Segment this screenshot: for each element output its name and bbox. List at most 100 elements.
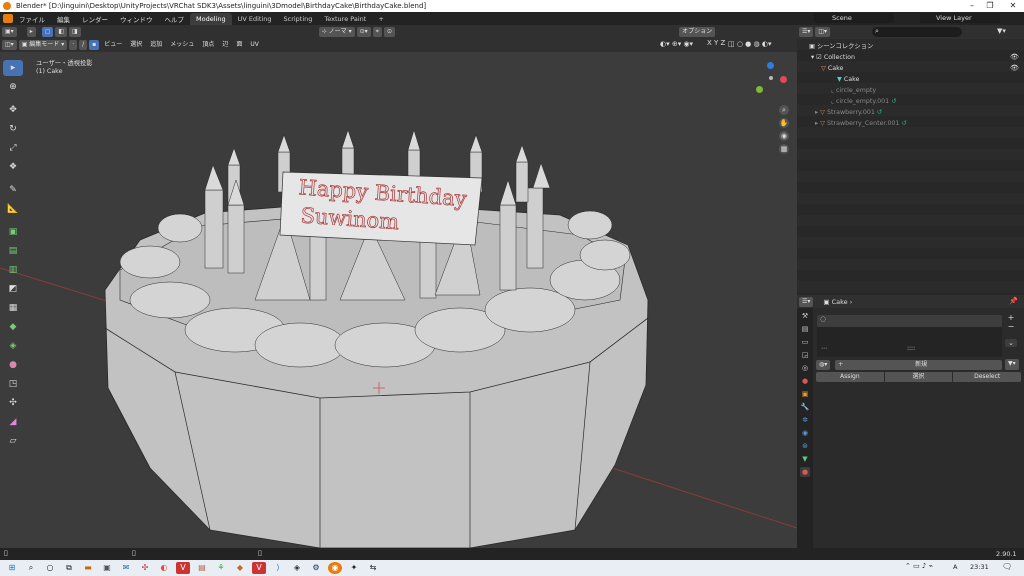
modifier-tab-icon[interactable]: 🔧 [800, 402, 810, 412]
measure-tool-icon[interactable]: 📐 [3, 201, 23, 217]
search-icon[interactable]: ⌕ [24, 562, 38, 574]
app-icon-1[interactable]: ✣ [138, 562, 152, 574]
cake-object-row[interactable]: ▽ Cake 👁 [821, 63, 1024, 74]
app-icon-8[interactable]: ⇆ [366, 562, 380, 574]
add-slot-button[interactable]: + [1005, 313, 1017, 322]
mirror-x-toggle[interactable]: X [707, 39, 712, 47]
camera-view-icon[interactable]: ◉ [779, 131, 789, 141]
add-cube-tool-icon[interactable]: ▣ [3, 224, 23, 240]
app-icon-6[interactable]: V [252, 562, 266, 574]
select-button[interactable]: 選択 [884, 372, 953, 382]
view-layer-tab-icon[interactable]: ◲ [800, 350, 810, 360]
select-tool-icon[interactable]: ▸ [26, 26, 36, 37]
3d-viewport[interactable]: Happy Birthday Suwinom ユーザー・透視投影 (1) Cak… [0, 52, 797, 548]
constraints-tab-icon[interactable]: ⊛ [800, 441, 810, 451]
strawberry-row[interactable]: ▸ ▽ Strawberry.001 ↺ [815, 107, 1024, 118]
menu-add[interactable]: 追加 [147, 40, 165, 50]
menu-select[interactable]: 選択 [127, 40, 145, 50]
menu-view[interactable]: ビュー [101, 40, 125, 50]
menu-help[interactable]: ヘルプ [159, 14, 191, 24]
mirror-y-toggle[interactable]: Y [714, 39, 718, 47]
loop-cut-tool-icon[interactable]: ▦ [3, 300, 23, 316]
inset-tool-icon[interactable]: ▥ [3, 262, 23, 278]
vscode-icon[interactable]: ⟩ [271, 562, 285, 574]
shading-buttons[interactable]: ◫ ○ ● ◍ ◐▾ [728, 40, 771, 48]
view-layer-selector[interactable]: View Layer [920, 13, 1000, 23]
smooth-tool-icon[interactable]: ◳ [3, 376, 23, 392]
properties-editor-type-button[interactable]: ☰▾ [799, 296, 814, 307]
menu-edit[interactable]: 編集 [51, 14, 76, 24]
y-axis-icon[interactable] [756, 86, 763, 93]
pivot-point-dropdown[interactable]: ⊙▾ [356, 26, 371, 37]
rotate-tool-icon[interactable]: ↻ [3, 121, 23, 137]
navigation-gizmo[interactable] [752, 62, 792, 102]
data-tab-icon[interactable]: ▼ [800, 454, 810, 464]
render-tab-icon[interactable]: ▤ [800, 324, 810, 334]
tab-texture-paint[interactable]: Texture Paint [318, 13, 372, 25]
blender-taskbar-icon[interactable]: ◉ [328, 562, 342, 574]
menu-uv[interactable]: UV [247, 40, 262, 50]
vivaldi-icon[interactable]: V [176, 562, 190, 574]
z-axis-icon[interactable] [767, 62, 774, 69]
zoom-icon[interactable]: ⌕ [779, 105, 789, 115]
tool-tab-icon[interactable]: ⚒ [800, 311, 810, 321]
output-tab-icon[interactable]: ▭ [800, 337, 810, 347]
filter-icon[interactable]: ▼▾ [997, 27, 1006, 35]
edge-slide-tool-icon[interactable]: ✣ [3, 395, 23, 411]
system-tray-icons[interactable]: ⌃ ▭ ♪ ⌁ [905, 562, 933, 570]
material-filter-button[interactable]: ▼▾ [1005, 359, 1019, 370]
particles-tab-icon[interactable]: ✲ [800, 415, 810, 425]
select-box-icon[interactable]: ▢ [41, 26, 54, 37]
select-box-tool-icon[interactable]: ▸ [3, 60, 23, 76]
knife-tool-icon[interactable]: ◆ [3, 319, 23, 335]
transform-tool-icon[interactable]: ❖ [3, 159, 23, 175]
store-icon[interactable]: ▣ [100, 562, 114, 574]
menu-window[interactable]: ウィンドウ [114, 14, 159, 24]
x-axis-icon[interactable] [780, 76, 787, 83]
slot-menu-dots[interactable]: ⋯ [821, 345, 827, 352]
clock[interactable]: 23:31 [970, 563, 989, 571]
pin-icon[interactable]: 📌 [1009, 297, 1018, 305]
world-tab-icon[interactable]: ● [800, 376, 810, 386]
edge-select-icon[interactable]: / [79, 40, 88, 50]
face-select-icon[interactable]: ▪ [89, 40, 100, 50]
input-language[interactable]: A [953, 563, 957, 571]
material-slot-list[interactable]: ◌ [817, 315, 1002, 327]
task-view-icon[interactable]: ⧉ [62, 562, 76, 574]
options-dropdown[interactable]: オプション [679, 26, 716, 37]
tab-scripting[interactable]: Scripting [278, 13, 319, 25]
app-icon-2[interactable]: ◐ [157, 562, 171, 574]
strawberry-center-row[interactable]: ▸ ▽ Strawberry_Center.001 ↺ [815, 118, 1024, 129]
scene-tab-icon[interactable]: ◎ [800, 363, 810, 373]
menu-render[interactable]: レンダー [76, 14, 114, 24]
select-subtract-icon[interactable]: ◨ [69, 26, 81, 37]
editor-type-button[interactable]: ▣▾ [2, 26, 17, 37]
mode-dropdown[interactable]: ▣ 編集モード ▾ [18, 40, 68, 50]
notification-icon[interactable]: 🗨 [1002, 562, 1012, 571]
object-tab-icon[interactable]: ▣ [800, 389, 810, 399]
resize-handle[interactable]: :::: [907, 345, 915, 352]
select-extend-icon[interactable]: ◧ [55, 26, 68, 37]
menu-vertex[interactable]: 頂点 [199, 40, 217, 50]
menu-edge[interactable]: 辺 [219, 40, 231, 50]
annotate-tool-icon[interactable]: ✎ [3, 182, 23, 198]
menu-file[interactable]: ファイル [13, 14, 51, 24]
bevel-tool-icon[interactable]: ◩ [3, 281, 23, 297]
editor-type-3d-button[interactable]: ◫▾ [2, 40, 17, 50]
eye-icon[interactable]: 👁 [1010, 63, 1024, 74]
shrink-fatten-tool-icon[interactable]: ◢ [3, 414, 23, 430]
app-icon-5[interactable]: ◆ [233, 562, 247, 574]
remove-slot-button[interactable]: − [1005, 322, 1017, 331]
unity-icon[interactable]: ◈ [290, 562, 304, 574]
slot-specials-button[interactable]: ⌄ [1005, 339, 1017, 347]
proportional-edit-icon[interactable]: ⊙ [384, 26, 396, 37]
blender-menu-icon[interactable] [3, 14, 13, 23]
cortana-icon[interactable]: ○ [43, 562, 57, 574]
mirror-z-toggle[interactable]: Z [721, 39, 726, 47]
new-material-button[interactable]: + 新規 [835, 359, 1002, 370]
minimize-button[interactable]: – [962, 0, 982, 12]
ortho-toggle-icon[interactable]: ▦ [779, 144, 789, 154]
assign-button[interactable]: Assign [816, 372, 884, 382]
outliner-editor-type-button[interactable]: ☰▾ [799, 27, 814, 37]
scale-tool-icon[interactable]: ⤢ [3, 140, 23, 156]
